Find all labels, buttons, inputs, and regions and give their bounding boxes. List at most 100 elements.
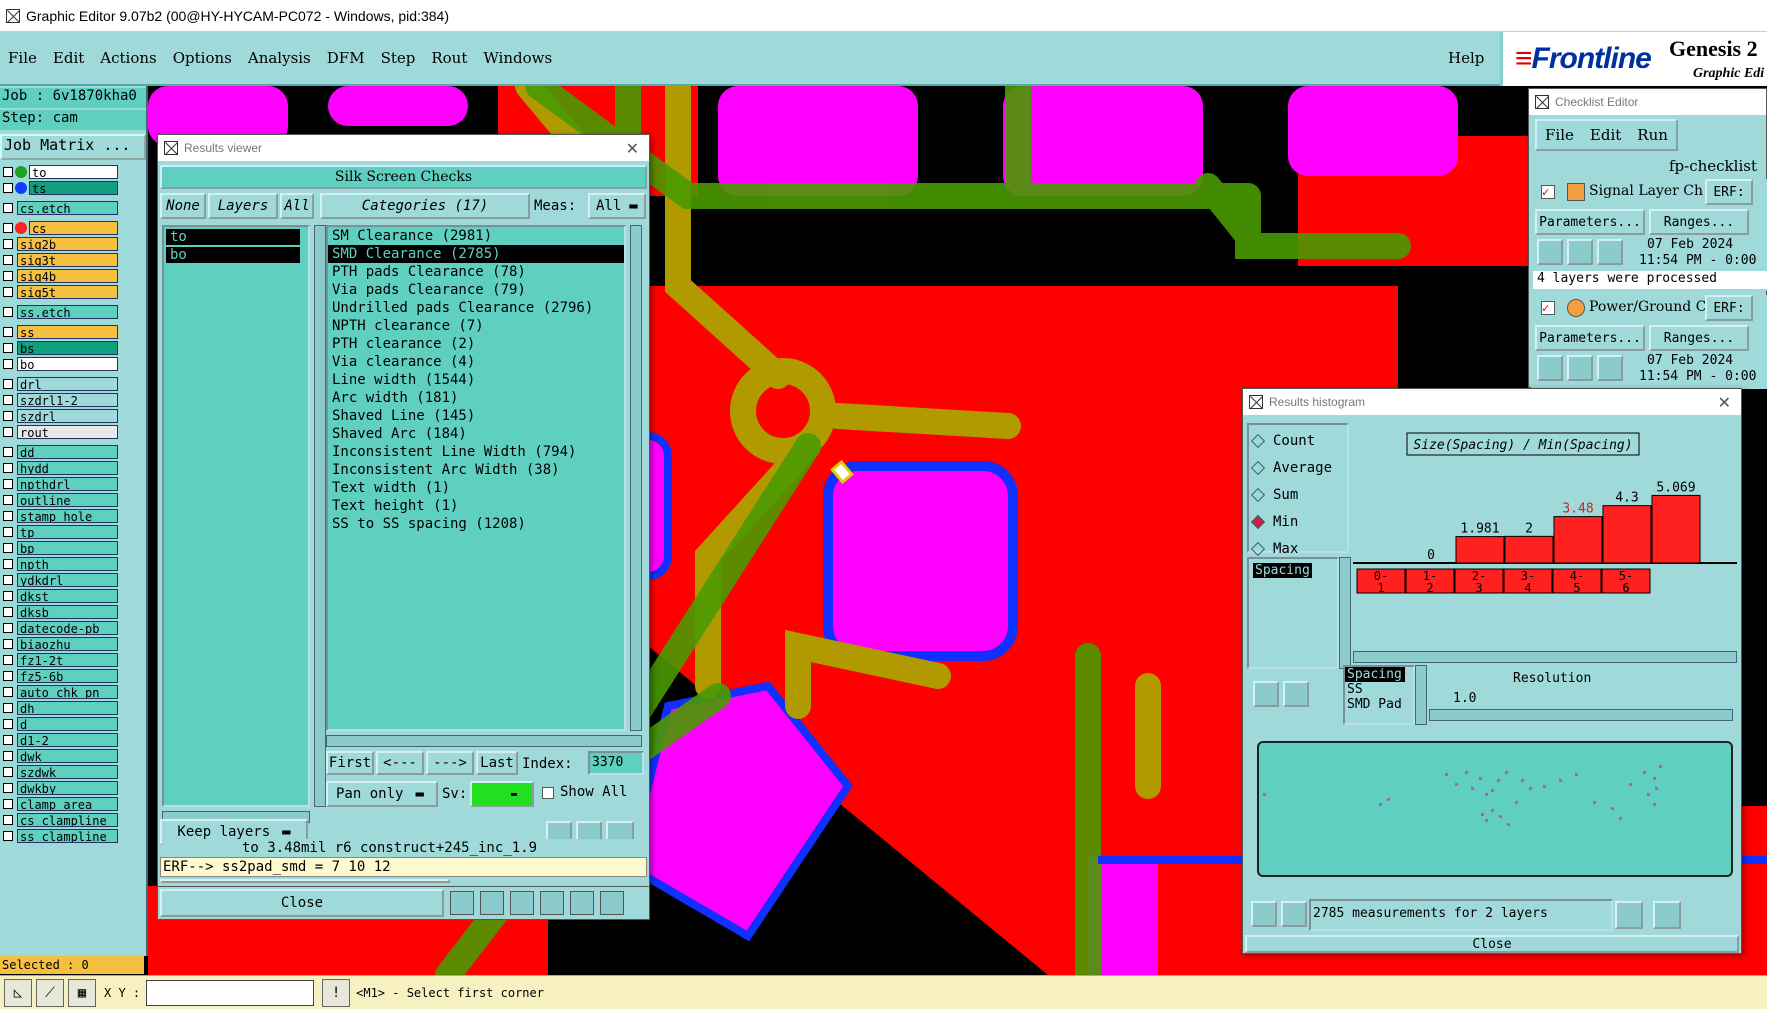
layer-checkbox[interactable]: [3, 687, 13, 697]
stop-icon[interactable]: [1597, 239, 1623, 265]
layer-row[interactable]: to: [0, 164, 118, 180]
layer-checkbox[interactable]: [3, 655, 13, 665]
mode-count[interactable]: Count: [1250, 431, 1315, 451]
layer-name[interactable]: npthdrl: [17, 477, 118, 491]
layer-checkbox[interactable]: [3, 395, 13, 405]
layer-row[interactable]: npth: [0, 556, 118, 572]
layer-row[interactable]: datecode-pb: [0, 620, 118, 636]
categories-button[interactable]: Categories (17): [320, 193, 530, 219]
category-item[interactable]: Inconsistent Line Width (794): [328, 443, 624, 461]
layer-name[interactable]: dwk: [17, 749, 118, 763]
prev-button[interactable]: <---: [376, 751, 424, 775]
layer-row[interactable]: rout: [0, 424, 118, 440]
resolution-slider[interactable]: [1429, 709, 1733, 721]
category-item[interactable]: Arc width (181): [328, 389, 624, 407]
layer-checkbox[interactable]: [3, 527, 13, 537]
layer-row[interactable]: cs: [0, 220, 118, 236]
ranges-button[interactable]: Ranges...: [1649, 325, 1749, 351]
layer-checkbox[interactable]: [3, 447, 13, 457]
layer-name[interactable]: szdwk: [17, 765, 118, 779]
category-item[interactable]: Line width (1544): [328, 371, 624, 389]
layer-name[interactable]: datecode-pb: [17, 621, 118, 635]
layer-checkbox[interactable]: [3, 783, 13, 793]
layer-checkbox[interactable]: [3, 543, 13, 553]
layer-checkbox[interactable]: [3, 307, 13, 317]
category-item[interactable]: Inconsistent Arc Width (38): [328, 461, 624, 479]
layer-name[interactable]: fz1-2t: [17, 653, 118, 667]
layers-button[interactable]: Layers: [208, 193, 278, 219]
last-button[interactable]: Last: [476, 751, 518, 775]
layer-result-item[interactable]: to: [166, 229, 300, 245]
category-item[interactable]: PTH clearance (2): [328, 335, 624, 353]
layer-row[interactable]: dwk: [0, 748, 118, 764]
histogram-bar[interactable]: [1651, 494, 1701, 564]
mark-icon[interactable]: [450, 891, 474, 915]
layer-name[interactable]: npth: [17, 557, 118, 571]
pointer-icon[interactable]: ◺: [4, 978, 32, 1007]
show-all-checkbox[interactable]: [542, 787, 554, 799]
export-icon[interactable]: [1615, 901, 1643, 929]
layer-name[interactable]: outline: [17, 493, 118, 507]
checklist-menu-run[interactable]: Run: [1629, 126, 1676, 144]
report-icon[interactable]: [570, 891, 594, 915]
job-matrix-button[interactable]: Job Matrix ...: [0, 134, 146, 160]
layer-name[interactable]: sig5t: [17, 285, 118, 299]
layer-result-item[interactable]: bo: [166, 247, 300, 263]
layer-name[interactable]: cs_clampline: [17, 813, 118, 827]
menu-analysis[interactable]: Analysis: [240, 49, 319, 67]
run-icon[interactable]: [1537, 239, 1563, 265]
filter-item[interactable]: SMD Pad: [1345, 697, 1413, 712]
layer-name[interactable]: sig3t: [17, 253, 118, 267]
del-icon[interactable]: [1251, 901, 1277, 927]
layer-checkbox[interactable]: [3, 167, 13, 177]
layer-row[interactable]: hydd: [0, 460, 118, 476]
layer-row[interactable]: npthdrl: [0, 476, 118, 492]
menu-file[interactable]: File: [0, 49, 45, 67]
measure-icon[interactable]: ⟋: [36, 978, 64, 1007]
category-item[interactable]: Shaved Arc (184): [328, 425, 624, 443]
layer-row[interactable]: auto_chk_pn: [0, 684, 118, 700]
layer-checkbox[interactable]: [3, 735, 13, 745]
checklist-menu-edit[interactable]: Edit: [1582, 126, 1629, 144]
layer-checkbox[interactable]: [3, 559, 13, 569]
layer-name[interactable]: fz5-6b: [17, 669, 118, 683]
layer-checkbox[interactable]: [3, 639, 13, 649]
layer-row[interactable]: ss.etch: [0, 304, 118, 320]
menu-rout[interactable]: Rout: [423, 49, 475, 67]
first-button[interactable]: First: [326, 751, 374, 775]
layer-name[interactable]: ts: [29, 181, 118, 195]
layer-name[interactable]: bo: [17, 357, 118, 371]
layer-row[interactable]: cs_clampline: [0, 812, 118, 828]
layer-row[interactable]: sig2b: [0, 236, 118, 252]
layer-checkbox[interactable]: [3, 719, 13, 729]
histogram-bar[interactable]: [1602, 505, 1652, 564]
layer-name[interactable]: tp: [17, 525, 118, 539]
filter-list-scrollbar[interactable]: [1415, 665, 1427, 725]
graph-icon[interactable]: [1653, 901, 1681, 929]
alert-icon[interactable]: !: [322, 978, 351, 1007]
layer-row[interactable]: szdrl1-2: [0, 392, 118, 408]
parameters-button[interactable]: Parameters...: [1535, 325, 1645, 351]
layer-checkbox[interactable]: [3, 255, 13, 265]
layer-name[interactable]: bp: [17, 541, 118, 555]
layer-checkbox[interactable]: [3, 511, 13, 521]
layer-row[interactable]: sig5t: [0, 284, 118, 300]
layer-checkbox[interactable]: [3, 463, 13, 473]
layer-checkbox[interactable]: [3, 591, 13, 601]
category-item[interactable]: Via clearance (4): [328, 353, 624, 371]
layer-checkbox[interactable]: [3, 223, 13, 233]
layer-checkbox[interactable]: [3, 287, 13, 297]
checklist-menu-file[interactable]: File: [1537, 126, 1582, 144]
layer-row[interactable]: ydkdrl: [0, 572, 118, 588]
layer-checkbox[interactable]: [3, 183, 13, 193]
layer-row[interactable]: sig3t: [0, 252, 118, 268]
item-checkbox[interactable]: ✓: [1541, 301, 1555, 315]
histogram-hscrollbar[interactable]: [1353, 651, 1737, 663]
histogram-bar[interactable]: [1455, 536, 1505, 564]
layer-list-scrollbar[interactable]: [314, 225, 326, 807]
layer-checkbox[interactable]: [3, 379, 13, 389]
menu-help[interactable]: Help: [1440, 49, 1492, 67]
layer-checkbox[interactable]: [3, 271, 13, 281]
layer-name[interactable]: biaozhu: [17, 637, 118, 651]
layer-checkbox[interactable]: [3, 427, 13, 437]
